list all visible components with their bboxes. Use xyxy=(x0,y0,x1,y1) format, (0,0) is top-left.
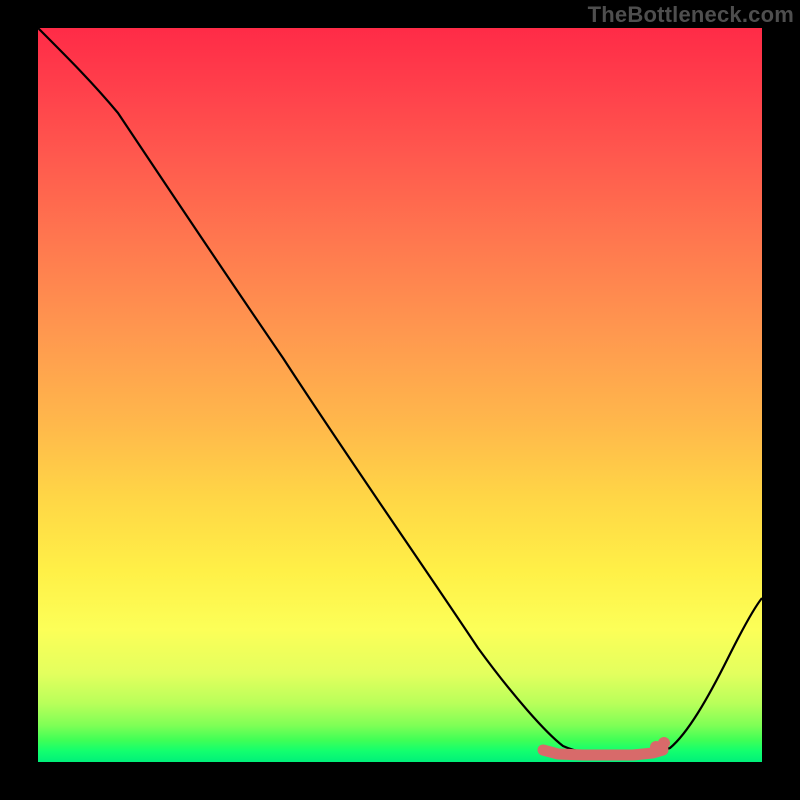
optimal-range-marker xyxy=(543,750,663,755)
marker-dot xyxy=(658,737,670,749)
chart-svg xyxy=(38,28,762,762)
data-curve xyxy=(38,28,762,754)
plot-area xyxy=(38,28,762,762)
chart-frame: TheBottleneck.com xyxy=(0,0,800,800)
watermark-text: TheBottleneck.com xyxy=(588,2,794,28)
